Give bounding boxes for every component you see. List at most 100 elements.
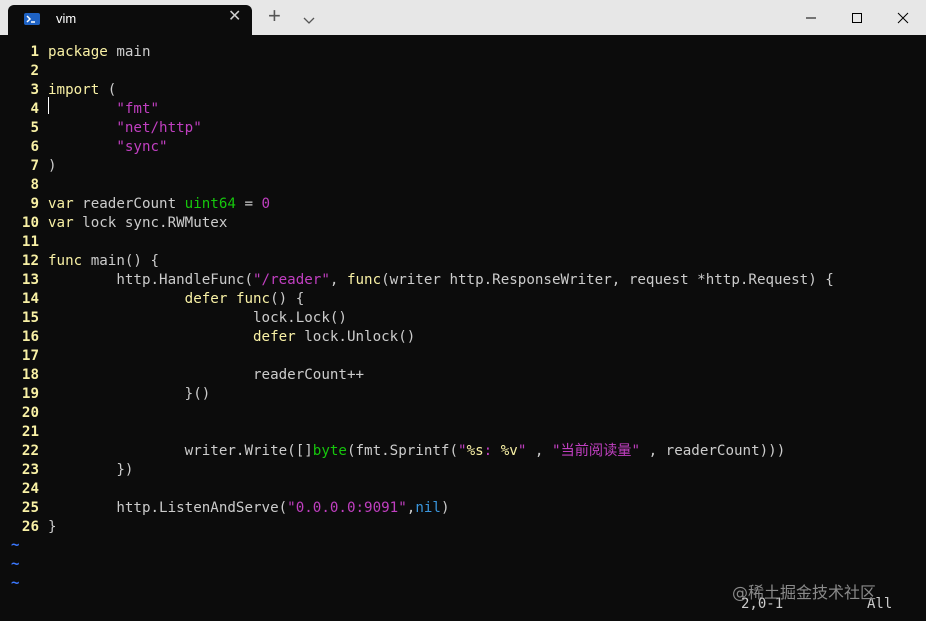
code-token: "0.0.0.0:9091" xyxy=(287,500,407,516)
code-line[interactable]: 24 xyxy=(0,480,39,499)
line-number: 16 xyxy=(21,329,39,345)
title-bar: vim ✕ + xyxy=(0,0,926,35)
line-code: func main() { xyxy=(48,252,159,271)
code-token: main() { xyxy=(82,253,160,269)
code-line[interactable]: 8 xyxy=(0,176,39,195)
code-token: "/reader" xyxy=(253,272,330,288)
code-line[interactable]: 23 }) xyxy=(0,461,134,480)
line-code: "net/http" xyxy=(48,119,202,138)
code-line[interactable]: 3 import ( xyxy=(0,81,116,100)
code-token: http.HandleFunc( xyxy=(48,272,253,288)
close-icon[interactable]: ✕ xyxy=(228,9,241,25)
code-line[interactable]: 4 "fmt" xyxy=(0,100,159,119)
tilde-marker: ~ xyxy=(11,575,20,591)
code-line[interactable]: 15 lock.Lock() xyxy=(0,309,347,328)
code-token: , xyxy=(526,443,553,459)
watermark: @稀土掘金技术社区 xyxy=(732,583,877,602)
code-token: func xyxy=(346,272,382,288)
code-line[interactable]: 10 var lock sync.RWMutex xyxy=(0,214,227,233)
line-number: 26 xyxy=(21,519,39,535)
window-close-icon[interactable] xyxy=(880,0,926,35)
code-token: = xyxy=(235,196,262,212)
line-number: 1 xyxy=(30,44,39,60)
code-token: , readerCount))) xyxy=(640,443,786,459)
code-token: nil xyxy=(415,500,441,516)
line-number: 5 xyxy=(30,120,39,136)
line-code: writer.Write([]byte(fmt.Sprintf("%s: %v "… xyxy=(48,442,786,461)
code-token: main xyxy=(107,44,151,60)
code-line[interactable]: 5 "net/http" xyxy=(0,119,201,138)
code-line[interactable]: 19 }() xyxy=(0,385,210,404)
code-token: var xyxy=(48,196,74,212)
code-token: lock.Unlock() xyxy=(295,329,416,345)
code-line[interactable]: 2 xyxy=(0,62,39,81)
code-line[interactable]: 20 xyxy=(0,404,39,423)
code-line[interactable]: 16 defer lock.Unlock() xyxy=(0,328,415,347)
code-token: } xyxy=(48,519,57,535)
code-token: import xyxy=(48,82,100,98)
tilde-marker: ~ xyxy=(11,556,20,572)
tab-vim[interactable]: vim ✕ xyxy=(8,5,252,35)
code-token: "fmt" xyxy=(116,101,160,117)
line-code: import ( xyxy=(48,81,116,100)
tilde-marker: ~ xyxy=(11,537,20,553)
line-number: 24 xyxy=(21,481,39,497)
line-code: defer func() { xyxy=(48,290,305,309)
code-token: "net/http" xyxy=(116,120,202,136)
line-number: 20 xyxy=(21,405,39,421)
vim-editor[interactable]: 1 package main 2 3 import (4 "fmt" 5 "net/htt… xyxy=(0,35,926,621)
line-number: 19 xyxy=(21,386,39,402)
code-token: readerCount xyxy=(73,196,185,212)
line-code: var lock sync.RWMutex xyxy=(48,214,227,233)
line-code: package main xyxy=(48,43,151,62)
line-number: 13 xyxy=(21,272,39,288)
chevron-down-icon[interactable] xyxy=(302,10,316,29)
code-line[interactable]: 14 defer func() { xyxy=(0,290,304,309)
code-token: writer.Write([] xyxy=(48,443,313,459)
code-token: " xyxy=(458,443,467,459)
line-number: 2 xyxy=(30,63,39,79)
code-token: defer xyxy=(253,329,296,345)
code-token: "当前阅读量" xyxy=(552,443,641,459)
plus-icon[interactable]: + xyxy=(268,5,281,27)
code-line[interactable]: 9 var readerCount uint64 = 0 xyxy=(0,195,270,214)
code-token: ) xyxy=(48,158,57,174)
code-line[interactable]: 1 package main xyxy=(0,43,150,62)
line-code: var readerCount uint64 = 0 xyxy=(48,195,270,214)
code-line[interactable]: 12 func main() { xyxy=(0,252,159,271)
code-line[interactable]: 7) xyxy=(0,157,56,176)
code-token: }() xyxy=(48,386,211,402)
line-number: 7 xyxy=(30,158,39,174)
code-line[interactable]: 26} xyxy=(0,518,57,537)
line-number: 3 xyxy=(30,82,39,98)
code-token: 0 xyxy=(261,196,271,212)
minimize-icon[interactable] xyxy=(788,0,834,35)
line-number: 10 xyxy=(21,215,39,231)
code-token: : xyxy=(483,443,501,459)
code-token: ) xyxy=(440,500,450,516)
line-number: 12 xyxy=(21,253,39,269)
maximize-icon[interactable] xyxy=(834,0,880,35)
line-code: "fmt" xyxy=(48,100,159,119)
code-line[interactable]: 21 xyxy=(0,423,39,442)
code-line[interactable]: 17 xyxy=(0,347,39,366)
code-line[interactable]: 11 xyxy=(0,233,39,252)
code-line[interactable]: 25 http.ListenAndServe("0.0.0.0:9091",ni… xyxy=(0,499,450,518)
code-line[interactable]: 22 writer.Write([]byte(fmt.Sprintf("%s: … xyxy=(0,442,785,461)
code-token: func xyxy=(235,291,271,307)
code-token: uint64 xyxy=(184,196,236,212)
code-token: func xyxy=(48,253,83,269)
line-code: lock.Lock() xyxy=(48,309,347,328)
line-code: }) xyxy=(48,461,133,480)
line-code: }() xyxy=(48,385,211,404)
code-line[interactable]: 18 readerCount++ xyxy=(0,366,364,385)
line-code: ) xyxy=(48,157,57,176)
code-line[interactable]: 6 "sync" xyxy=(0,138,167,157)
tab-title: vim xyxy=(56,11,77,26)
code-token: , xyxy=(329,272,347,288)
code-line[interactable]: 13 http.HandleFunc("/reader", func(write… xyxy=(0,271,834,290)
